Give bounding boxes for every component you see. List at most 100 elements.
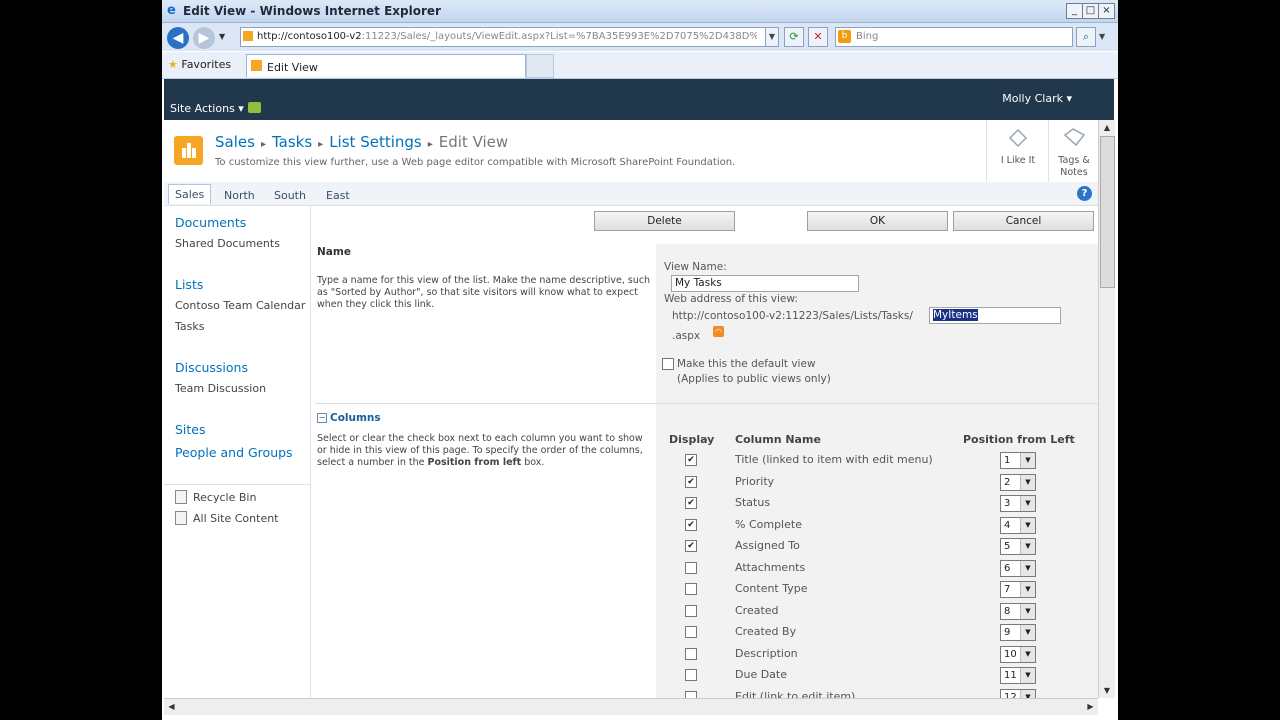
dropdown-arrow-icon[interactable]: ▼ [1020, 496, 1035, 511]
position-select[interactable]: 4 ▼ [1000, 516, 1036, 534]
dropdown-arrow-icon[interactable]: ▼ [1020, 560, 1035, 576]
position-select[interactable]: 1 ▼ [1000, 452, 1036, 469]
nav-south[interactable]: South [268, 186, 312, 205]
position-select[interactable]: 6 ▼ [1000, 559, 1036, 577]
breadcrumb-tasks[interactable]: Tasks [272, 133, 312, 151]
web-address-input[interactable]: MyItems [929, 307, 1061, 324]
display-checkbox[interactable]: ✔ [685, 454, 697, 466]
favorites-label: Favorites [181, 58, 232, 71]
position-value: 11 [1004, 670, 1017, 681]
nav-calendar[interactable]: Contoso Team Calendar [175, 299, 305, 312]
nav-shared-documents[interactable]: Shared Documents [175, 237, 280, 250]
scrollbar-thumb[interactable] [1100, 136, 1115, 288]
minimize-button[interactable]: _ [1066, 3, 1083, 19]
scroll-up-icon[interactable]: ▲ [1099, 120, 1115, 135]
nav-lists[interactable]: Lists [175, 277, 203, 292]
position-select[interactable]: 8 ▼ [1000, 602, 1036, 620]
nav-recycle-bin[interactable]: Recycle Bin [193, 491, 256, 504]
collapse-icon[interactable]: − [317, 413, 327, 423]
forward-button[interactable]: ▶ [193, 27, 215, 49]
breadcrumb-list-settings[interactable]: List Settings [329, 133, 422, 151]
address-bar-row: ◀ ▶ ▼ http://contoso100-v2:11223/Sales/_… [162, 23, 1118, 51]
display-checkbox[interactable] [685, 690, 697, 698]
position-select[interactable]: 3 ▼ [1000, 495, 1036, 512]
dropdown-arrow-icon[interactable]: ▼ [1020, 582, 1035, 597]
position-select[interactable]: 12 ▼ [1000, 688, 1036, 698]
display-checkbox[interactable]: ✔ [685, 497, 697, 509]
column-name: Created By [735, 625, 797, 638]
vertical-scrollbar[interactable]: ▲ ▼ [1098, 120, 1115, 698]
display-checkbox[interactable] [685, 647, 697, 660]
back-button[interactable]: ◀ [167, 27, 189, 49]
maximize-button[interactable]: □ [1082, 3, 1099, 19]
dropdown-arrow-icon[interactable]: ▼ [1020, 539, 1035, 554]
address-dropdown-icon[interactable]: ▼ [765, 27, 779, 47]
dropdown-arrow-icon[interactable]: ▼ [1020, 625, 1035, 640]
cancel-button[interactable]: Cancel [953, 211, 1094, 231]
ok-button[interactable]: OK [807, 211, 948, 231]
refresh-icon[interactable]: ⟳ [784, 27, 804, 47]
delete-button[interactable]: Delete [594, 211, 735, 231]
nav-documents[interactable]: Documents [175, 215, 246, 230]
display-checkbox[interactable]: ✔ [685, 475, 697, 488]
rss-icon[interactable]: ◠ [713, 326, 724, 337]
column-name: % Complete [735, 517, 802, 531]
page-content: Sales ▸ Tasks ▸ List Settings ▸ Edit View To c… [164, 120, 1098, 698]
dropdown-arrow-icon[interactable]: ▼ [1020, 474, 1035, 490]
columns-help-text: Select or clear the check box next to ea… [317, 433, 651, 469]
display-checkbox[interactable]: ✔ [685, 540, 697, 552]
nav-team-discussion[interactable]: Team Discussion [175, 382, 266, 395]
new-tab-button[interactable] [526, 54, 554, 78]
site-actions-menu[interactable]: Site Actions ▾ [170, 102, 244, 115]
nav-east[interactable]: East [320, 186, 356, 205]
position-select[interactable]: 7 ▼ [1000, 581, 1036, 598]
columns-heading[interactable]: Columns [330, 412, 381, 424]
display-checkbox[interactable] [685, 669, 697, 681]
tab-edit-view[interactable]: Edit View [246, 54, 526, 77]
horizontal-scrollbar[interactable]: ◀ ▶ [164, 698, 1098, 715]
nav-north[interactable]: North [218, 186, 261, 205]
search-field[interactable]: b Bing [835, 27, 1073, 47]
dropdown-arrow-icon[interactable]: ▼ [1020, 689, 1035, 698]
position-select[interactable]: 9 ▼ [1000, 624, 1036, 641]
tags-notes-button[interactable]: Tags & Notes [1048, 120, 1098, 182]
view-name-input[interactable]: My Tasks [671, 275, 859, 292]
nav-all-site-content[interactable]: All Site Content [193, 512, 279, 525]
scroll-left-icon[interactable]: ◀ [164, 699, 179, 715]
nav-sales[interactable]: Sales [168, 184, 212, 204]
scroll-down-icon[interactable]: ▼ [1099, 683, 1115, 698]
display-checkbox[interactable] [685, 604, 697, 617]
nav-sites[interactable]: Sites [175, 422, 206, 437]
favorites-button[interactable]: ★ Favorites [168, 58, 231, 71]
history-dropdown-icon[interactable]: ▼ [219, 32, 225, 41]
dropdown-arrow-icon[interactable]: ▼ [1020, 517, 1035, 533]
search-options-icon[interactable]: ▼ [1099, 32, 1105, 41]
i-like-it-button[interactable]: I Like It [986, 120, 1049, 182]
position-select[interactable]: 11 ▼ [1000, 667, 1036, 684]
user-menu[interactable]: Molly Clark ▾ [1002, 92, 1072, 105]
display-checkbox[interactable] [685, 626, 697, 638]
stop-icon[interactable]: ✕ [808, 27, 828, 47]
search-icon[interactable]: ⌕ [1076, 27, 1096, 47]
close-button[interactable]: × [1098, 3, 1115, 19]
position-select[interactable]: 2 ▼ [1000, 473, 1036, 491]
nav-tasks[interactable]: Tasks [175, 320, 204, 333]
dropdown-arrow-icon[interactable]: ▼ [1020, 646, 1035, 662]
position-select[interactable]: 10 ▼ [1000, 645, 1036, 663]
address-field[interactable]: http://contoso100-v2:11223/Sales/_layout… [240, 27, 778, 47]
dropdown-arrow-icon[interactable]: ▼ [1020, 603, 1035, 619]
help-icon[interactable]: ? [1077, 186, 1092, 201]
display-checkbox[interactable] [685, 583, 697, 595]
nav-people-groups[interactable]: People and Groups [175, 445, 293, 460]
position-select[interactable]: 5 ▼ [1000, 538, 1036, 555]
scroll-right-icon[interactable]: ▶ [1083, 699, 1098, 715]
breadcrumb-sales[interactable]: Sales [215, 133, 255, 151]
navigate-up-icon[interactable] [248, 102, 261, 113]
dropdown-arrow-icon[interactable]: ▼ [1020, 453, 1035, 468]
aspx-label: .aspx [672, 330, 701, 342]
display-checkbox[interactable] [685, 561, 697, 574]
display-checkbox[interactable]: ✔ [685, 518, 697, 531]
nav-discussions[interactable]: Discussions [175, 360, 248, 375]
default-view-checkbox[interactable] [662, 358, 674, 370]
dropdown-arrow-icon[interactable]: ▼ [1020, 668, 1035, 683]
